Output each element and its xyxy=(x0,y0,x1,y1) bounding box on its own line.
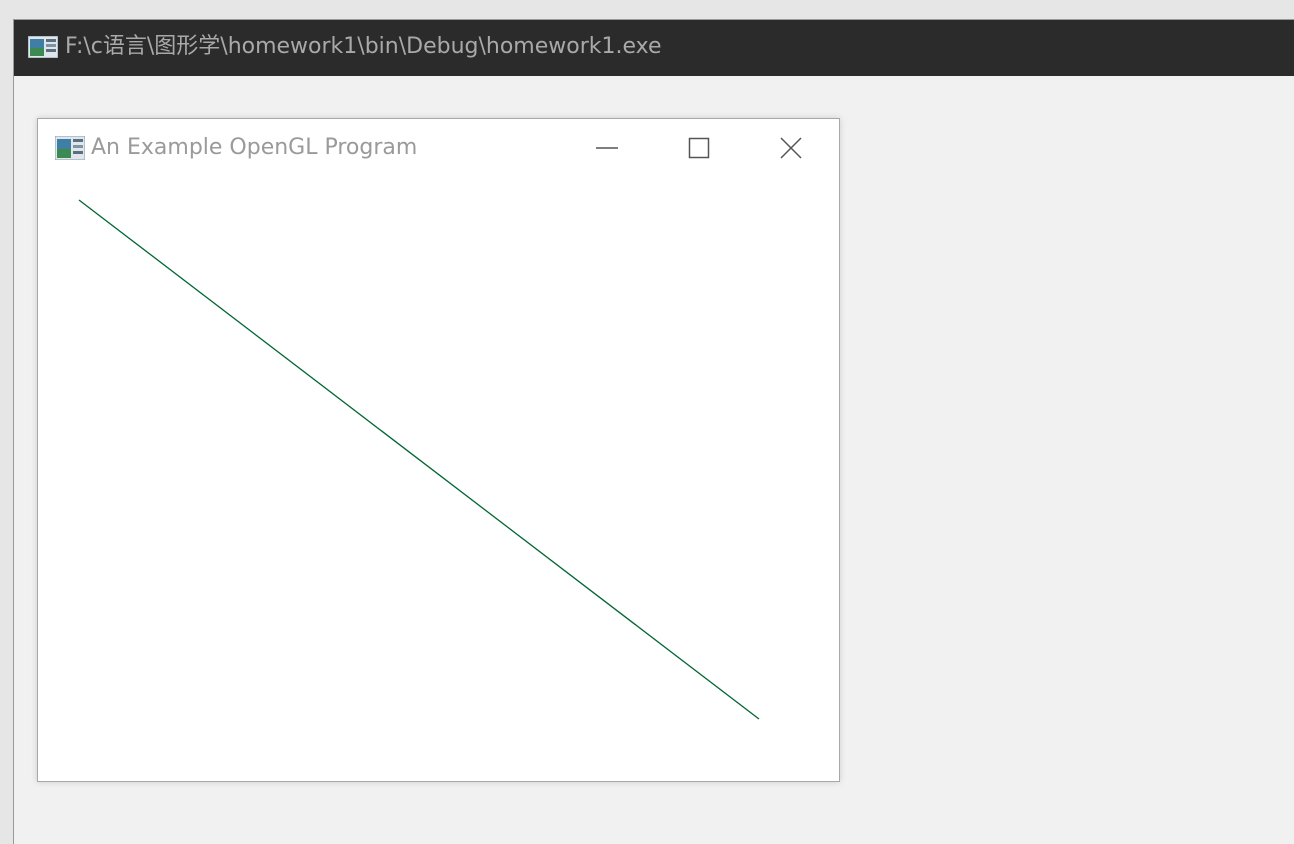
console-titlebar[interactable]: F:\c语言\图形学\homework1\bin\Debug\homework1… xyxy=(14,20,1294,76)
close-icon xyxy=(780,137,802,159)
opengl-window-title: An Example OpenGL Program xyxy=(91,135,418,160)
opengl-canvas[interactable] xyxy=(38,179,839,781)
close-button[interactable] xyxy=(745,119,837,177)
opengl-titlebar[interactable]: An Example OpenGL Program xyxy=(38,119,839,179)
maximize-icon xyxy=(688,137,710,159)
minimize-icon xyxy=(596,147,618,149)
minimize-button[interactable] xyxy=(561,119,653,177)
opengl-window: An Example OpenGL Program xyxy=(37,118,840,782)
maximize-button[interactable] xyxy=(653,119,745,177)
console-window-title: F:\c语言\图形学\homework1\bin\Debug\homework1… xyxy=(65,34,662,59)
diagonal-line xyxy=(78,199,760,720)
console-app-icon xyxy=(28,36,58,58)
app-icon xyxy=(55,136,85,160)
console-window: F:\c语言\图形学\homework1\bin\Debug\homework1… xyxy=(13,19,1294,844)
